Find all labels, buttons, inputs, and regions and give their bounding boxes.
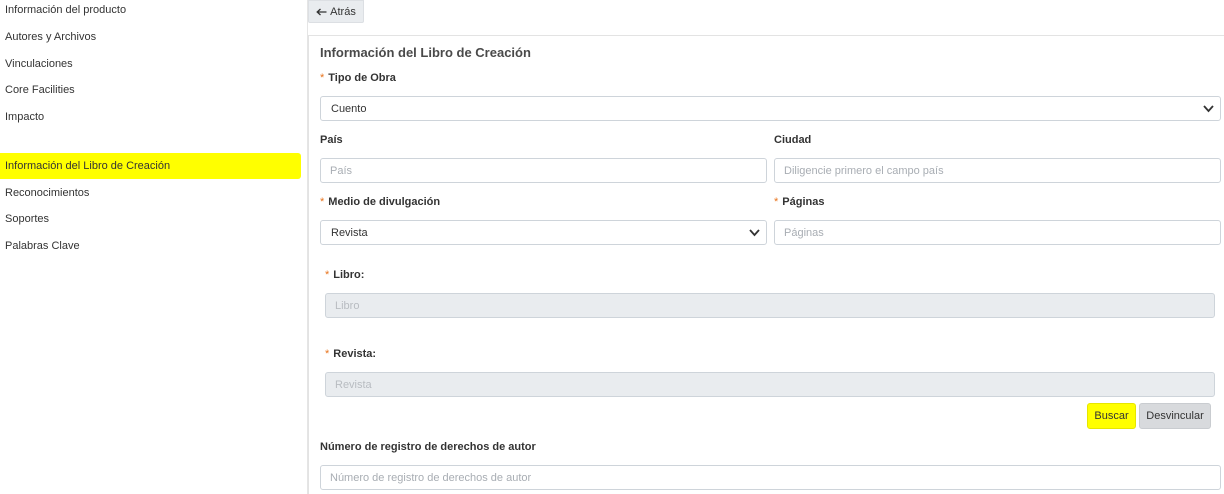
back-button[interactable]: Atrás: [308, 0, 364, 23]
back-button-label: Atrás: [330, 5, 356, 18]
required-marker: *: [325, 269, 330, 281]
required-marker: *: [774, 196, 779, 208]
revista-label-text: Revista:: [333, 348, 377, 360]
pais-input[interactable]: [320, 158, 767, 183]
sidebar-item-vinculaciones[interactable]: Vinculaciones: [0, 51, 301, 77]
tipo-obra-value: Cuento: [331, 102, 367, 115]
tipo-obra-select[interactable]: Cuento: [320, 96, 1221, 121]
required-marker: *: [320, 196, 325, 208]
sidebar-item-impacto[interactable]: Impacto: [0, 104, 301, 130]
tipo-obra-label-text: Tipo de Obra: [328, 72, 396, 84]
libro-label-text: Libro:: [333, 269, 365, 281]
section-title: Información del Libro de Creación: [320, 45, 531, 60]
libro-label: * Libro:: [325, 269, 364, 281]
ciudad-label: Ciudad: [774, 134, 812, 146]
desvincular-button[interactable]: Desvincular: [1139, 403, 1211, 429]
libro-input: [325, 293, 1215, 318]
sidebar-item-reconocimientos[interactable]: Reconocimientos: [0, 180, 301, 206]
paginas-label-text: Páginas: [782, 196, 825, 208]
registro-input[interactable]: [320, 465, 1221, 490]
sidebar-item-core-facilities[interactable]: Core Facilities: [0, 77, 301, 103]
medio-value: Revista: [331, 226, 368, 239]
registro-label: Número de registro de derechos de autor: [320, 441, 536, 453]
medio-label: * Medio de divulgación: [320, 196, 440, 208]
chevron-down-icon: [1203, 105, 1214, 113]
buscar-button[interactable]: Buscar: [1087, 403, 1136, 429]
revista-label: * Revista:: [325, 348, 376, 360]
paginas-input[interactable]: [774, 220, 1221, 245]
sidebar-item-autores-archivos[interactable]: Autores y Archivos: [0, 24, 301, 50]
sidebar-item-palabras-clave[interactable]: Palabras Clave: [0, 233, 301, 259]
arrow-left-icon: [316, 8, 327, 15]
medio-select[interactable]: Revista: [320, 220, 767, 245]
ciudad-input[interactable]: [774, 158, 1221, 183]
sidebar: Información del producto Autores y Archi…: [0, 0, 305, 494]
chevron-down-icon: [749, 229, 760, 237]
sidebar-item-informacion-producto[interactable]: Información del producto: [0, 0, 301, 23]
sidebar-item-libro-creacion[interactable]: Información del Libro de Creación: [0, 153, 301, 179]
sidebar-item-soportes[interactable]: Soportes: [0, 206, 301, 232]
pais-label: País: [320, 134, 343, 146]
paginas-label: * Páginas: [774, 196, 824, 208]
tipo-obra-label: * Tipo de Obra: [320, 72, 396, 84]
revista-input: [325, 372, 1215, 397]
medio-label-text: Medio de divulgación: [328, 196, 441, 208]
required-marker: *: [325, 348, 330, 360]
required-marker: *: [320, 72, 325, 84]
